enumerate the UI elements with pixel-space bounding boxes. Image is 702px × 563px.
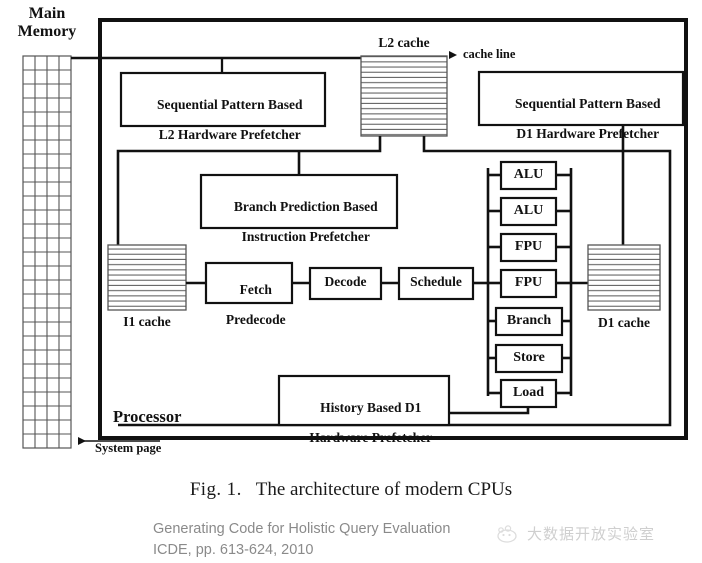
decode-label: Decode — [324, 274, 367, 289]
instruction-prefetcher-line2: Instruction Prefetcher — [241, 229, 370, 245]
processor-label: Processor — [113, 407, 182, 426]
fetch-predecode-label: Fetch Predecode — [206, 267, 292, 343]
fpu-1-label: FPU — [514, 239, 543, 254]
d1-prefetcher-label: Sequential Pattern Based D1 Hardware Pre… — [479, 81, 683, 157]
l2-cache-block — [360, 55, 448, 137]
main-memory-title: Main Memory — [17, 5, 77, 40]
figure-caption: Fig. 1. The architecture of modern CPUs — [0, 479, 702, 501]
i1-cache-label: I1 cache — [123, 314, 171, 329]
branch-label: Branch — [506, 313, 552, 328]
watermark-text: 大数据开放实验室 — [527, 525, 656, 543]
system-page-label: System page — [95, 441, 162, 455]
citation-footer: Generating Code for Holistic Query Evalu… — [153, 519, 450, 560]
figure-page: Main Memory L2 cache cache line Sequenti… — [0, 0, 702, 563]
fpu-2-label: FPU — [514, 275, 543, 290]
history-prefetcher-line1: History Based D1 — [320, 400, 422, 416]
i1-cache-block — [107, 244, 187, 311]
l2-prefetcher-line2: L2 Hardware Prefetcher — [158, 127, 301, 143]
l2-cache-label: L2 cache — [378, 35, 430, 50]
history-prefetcher-line2: Hardware Prefetcher — [309, 430, 433, 446]
alu-2-label: ALU — [513, 203, 544, 218]
alu-1-label: ALU — [513, 167, 544, 182]
wechat-cloud-icon — [497, 524, 517, 543]
figure-number: Fig. 1. — [189, 479, 242, 500]
l2-prefetcher-label: Sequential Pattern Based L2 Hardware Pre… — [121, 82, 325, 158]
d1-cache-label: D1 cache — [597, 315, 651, 330]
schedule-label: Schedule — [410, 274, 462, 289]
citation-line1: Generating Code for Holistic Query Evalu… — [153, 521, 451, 537]
d1-cache-block — [587, 244, 661, 311]
instruction-prefetcher-label: Branch Prediction Based Instruction Pref… — [201, 184, 397, 260]
fetch-predecode-line2: Predecode — [225, 312, 286, 328]
d1-prefetcher-line1: Sequential Pattern Based — [514, 96, 661, 112]
l2-prefetcher-line1: Sequential Pattern Based — [156, 97, 303, 113]
instruction-prefetcher-line1: Branch Prediction Based — [233, 199, 378, 215]
history-prefetcher-label: History Based D1 Hardware Prefetcher — [279, 385, 449, 461]
main-memory-grid — [22, 55, 72, 449]
cache-line-label: cache line — [463, 47, 516, 61]
store-label: Store — [513, 350, 545, 365]
watermark: 大数据开放实验室 — [496, 523, 655, 544]
d1-prefetcher-line2: D1 Hardware Prefetcher — [516, 126, 660, 142]
fetch-predecode-line1: Fetch — [239, 282, 272, 298]
load-label: Load — [512, 385, 545, 400]
figure-caption-text: The architecture of modern CPUs — [255, 479, 513, 500]
citation-line2: ICDE, pp. 613-624, 2010 — [153, 541, 314, 558]
